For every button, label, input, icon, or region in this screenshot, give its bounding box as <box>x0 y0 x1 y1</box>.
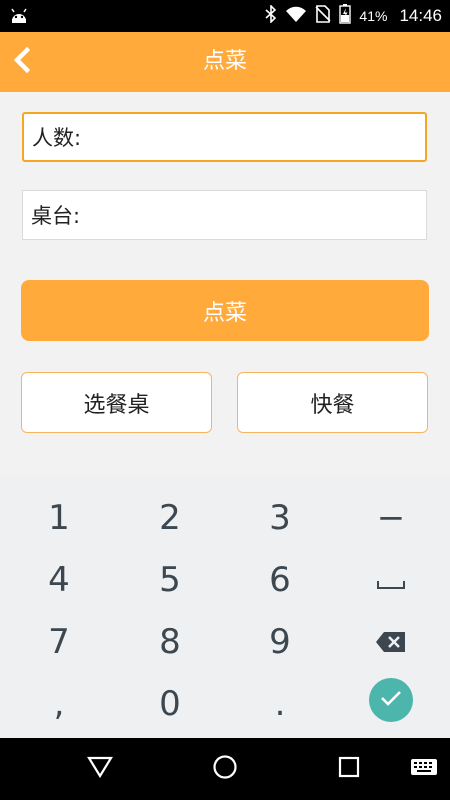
chevron-left-icon <box>12 46 32 77</box>
nav-home-button[interactable] <box>207 752 243 786</box>
key-0[interactable]: 0 <box>125 674 215 734</box>
key-comma[interactable]: , <box>14 674 104 734</box>
key-9[interactable]: 9 <box>235 612 325 672</box>
key-6[interactable]: 6 <box>235 550 325 610</box>
order-form: 人数: 桌台: 点菜 选餐桌 快餐 <box>0 92 450 476</box>
check-icon <box>380 689 402 711</box>
battery-percent: 41% <box>359 8 388 24</box>
key-7[interactable]: 7 <box>14 612 104 672</box>
people-count-label: 人数: <box>32 126 82 150</box>
key-1[interactable]: 1 <box>14 488 104 548</box>
key-5[interactable]: 5 <box>125 550 215 610</box>
android-icon <box>10 7 28 27</box>
bluetooth-icon <box>265 4 277 27</box>
key-4[interactable]: 4 <box>14 550 104 610</box>
keyboard-icon <box>410 758 438 780</box>
clock: 14:46 <box>399 6 442 25</box>
key-period[interactable]: . <box>235 674 325 734</box>
order-button[interactable]: 点菜 <box>21 280 429 341</box>
enter-button[interactable] <box>369 678 413 722</box>
fast-food-button[interactable]: 快餐 <box>237 372 428 433</box>
key-minus[interactable]: − <box>346 488 436 548</box>
triangle-back-icon <box>87 756 113 782</box>
page-title: 点菜 <box>202 49 247 74</box>
no-sim-icon <box>315 5 331 27</box>
status-bar: 41% 14:46 <box>0 0 450 32</box>
space-key[interactable] <box>346 550 436 610</box>
table-label: 桌台: <box>31 204 81 228</box>
keyboard-switch-button[interactable] <box>406 752 442 786</box>
people-count-input[interactable]: 人数: <box>22 112 427 162</box>
wifi-icon <box>285 5 307 27</box>
square-recents-icon <box>338 756 360 782</box>
space-icon <box>376 560 406 600</box>
choose-table-button[interactable]: 选餐桌 <box>21 372 212 433</box>
key-8[interactable]: 8 <box>125 612 215 672</box>
key-3[interactable]: 3 <box>235 488 325 548</box>
nav-recents-button[interactable] <box>331 752 367 786</box>
battery-charging-icon <box>339 4 352 28</box>
back-button[interactable] <box>4 42 40 82</box>
backspace-icon <box>375 622 407 662</box>
nav-back-button[interactable] <box>82 752 118 786</box>
navigation-bar <box>0 738 450 800</box>
circle-home-icon <box>212 754 238 784</box>
backspace-key[interactable] <box>346 612 436 672</box>
numeric-keyboard: 1 2 3 − 4 5 6 7 8 9 , 0 . <box>0 476 450 738</box>
table-input[interactable]: 桌台: <box>22 190 427 240</box>
key-2[interactable]: 2 <box>125 488 215 548</box>
app-header: 点菜 <box>0 32 450 92</box>
